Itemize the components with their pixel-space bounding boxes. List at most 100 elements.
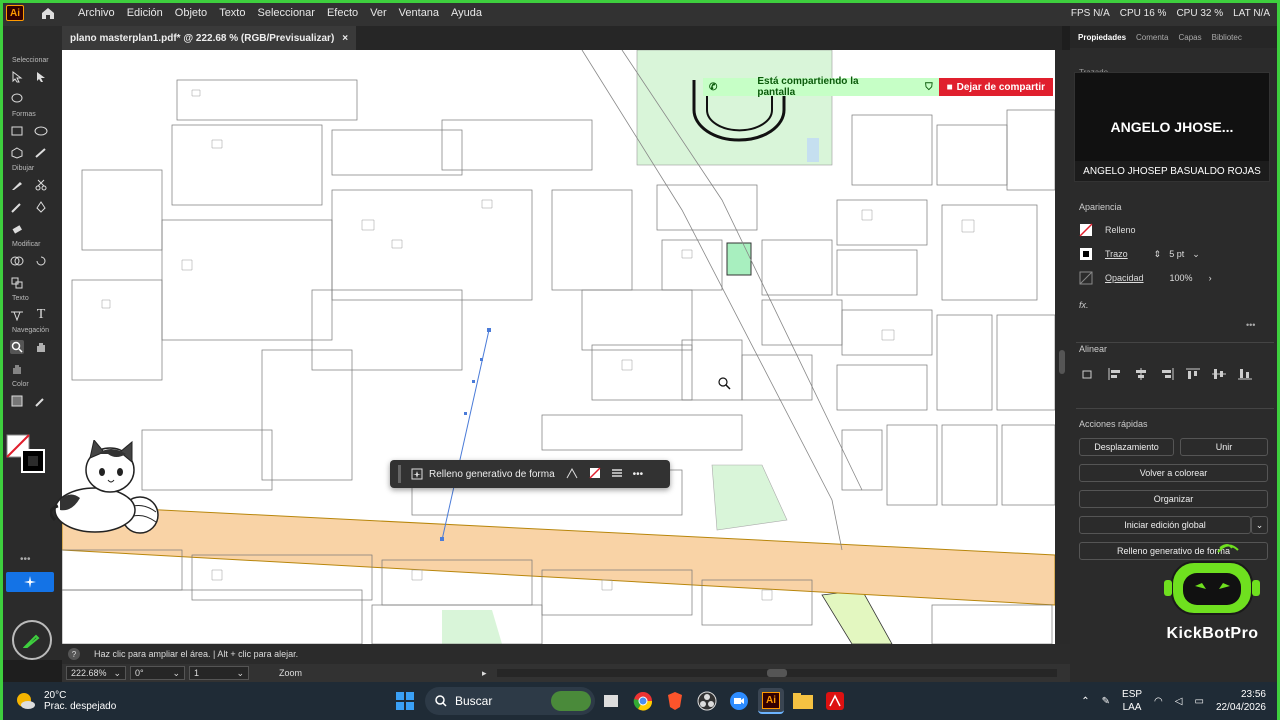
tab-bibliotecas[interactable]: Bibliotec — [1212, 33, 1242, 42]
hand-tool-icon[interactable] — [34, 340, 48, 354]
align-hcenter-icon[interactable] — [1134, 368, 1148, 380]
global-edit-button[interactable]: Iniciar edición global — [1079, 516, 1251, 534]
polygon-tool-icon[interactable] — [10, 146, 24, 160]
pencil-tool-icon[interactable] — [10, 178, 24, 192]
menu-seleccionar[interactable]: Seleccionar — [251, 7, 320, 19]
illustrator-taskbar-icon[interactable]: Ai — [758, 688, 784, 714]
chevron-up-icon[interactable]: ⌃ — [1081, 696, 1089, 707]
shape-builder-tool-icon[interactable] — [10, 254, 24, 268]
opacity-label[interactable]: Opacidad — [1105, 273, 1144, 283]
pen-tool-icon[interactable] — [34, 200, 48, 214]
recolor-icon[interactable] — [565, 467, 579, 482]
opacity-value[interactable]: 100% — [1170, 273, 1193, 283]
acrobat-icon[interactable] — [822, 688, 848, 714]
stroke-label[interactable]: Trazo — [1105, 249, 1128, 259]
task-view-icon[interactable] — [598, 688, 624, 714]
gradient-tool-icon[interactable] — [10, 394, 24, 408]
menu-edicion[interactable]: Edición — [121, 7, 169, 19]
vertical-scrollbar[interactable] — [1055, 50, 1070, 644]
rotate-tool-icon[interactable] — [34, 254, 48, 268]
ellipse-tool-icon[interactable] — [34, 124, 48, 138]
align-vcenter-icon[interactable] — [1212, 368, 1226, 380]
pen-settings-icon[interactable]: ✎ — [1102, 696, 1110, 707]
align-right-icon[interactable] — [1160, 368, 1174, 380]
chevron-down-icon[interactable]: ⌄ — [1192, 249, 1200, 260]
zoom-tool-icon[interactable] — [10, 340, 24, 354]
chevron-right-icon[interactable]: › — [1209, 273, 1212, 283]
menu-ayuda[interactable]: Ayuda — [445, 7, 488, 19]
blend-tool-icon[interactable] — [10, 276, 24, 290]
file-explorer-icon[interactable] — [790, 688, 816, 714]
draw-mode-button[interactable] — [12, 620, 52, 660]
play-icon[interactable]: ▸ — [482, 668, 487, 679]
eraser-tool-icon[interactable] — [10, 222, 24, 236]
selection-tool-icon[interactable] — [10, 70, 24, 84]
align-top-icon[interactable] — [1186, 368, 1200, 380]
obs-icon[interactable] — [694, 688, 720, 714]
no-fill-icon[interactable] — [589, 466, 601, 482]
eyedropper-tool-icon[interactable] — [34, 394, 48, 408]
rectangle-tool-icon[interactable] — [10, 124, 24, 138]
weather-widget[interactable]: 20°C Prac. despejado — [14, 690, 154, 712]
rotate-view-tool-icon[interactable] — [10, 362, 24, 376]
scissors-tool-icon[interactable] — [34, 178, 48, 192]
stroke-swatch-icon[interactable] — [1079, 247, 1093, 261]
zoom-app-icon[interactable] — [726, 688, 752, 714]
chrome-icon[interactable] — [630, 688, 656, 714]
offset-path-button[interactable]: Desplazamiento — [1079, 438, 1174, 456]
more-appearance-icon[interactable]: ••• — [1246, 320, 1255, 330]
menu-ventana[interactable]: Ventana — [393, 7, 445, 19]
more-options-icon[interactable]: ••• — [633, 469, 644, 480]
type-tool-icon[interactable]: T — [34, 307, 48, 322]
menu-archivo[interactable]: Archivo — [72, 7, 121, 19]
menu-objeto[interactable]: Objeto — [169, 7, 213, 19]
tab-propiedades[interactable]: Propiedades — [1078, 33, 1126, 42]
fill-stroke-swatches[interactable] — [6, 434, 46, 474]
brush-tool-icon[interactable] — [10, 200, 24, 214]
stroke-stepper-icon[interactable]: ⇕ — [1154, 249, 1162, 260]
tab-capas[interactable]: Capas — [1178, 33, 1201, 42]
tab-comentarios[interactable]: Comenta — [1136, 33, 1168, 42]
fx-icon[interactable]: fx. — [1079, 300, 1089, 310]
language-indicator[interactable]: ESP LAA — [1122, 688, 1142, 714]
recolor-button[interactable]: Volver a colorear — [1079, 464, 1268, 482]
document-tab[interactable]: plano masterplan1.pdf* @ 222.68 % (RGB/P… — [62, 26, 357, 50]
drag-handle[interactable] — [398, 465, 401, 483]
menu-lines-icon[interactable] — [611, 468, 623, 481]
lasso-tool-icon[interactable] — [10, 92, 24, 106]
zoom-level-field[interactable]: 222.68% ⌄ — [66, 666, 126, 680]
rotation-field[interactable]: 0° ⌄ — [130, 666, 185, 680]
close-tab-icon[interactable]: × — [342, 33, 348, 44]
help-icon[interactable]: ? — [68, 648, 80, 660]
stroke-value[interactable]: 5 pt — [1169, 249, 1184, 259]
generative-fill-button[interactable]: Relleno generativo de forma — [411, 468, 555, 480]
generative-ai-button[interactable] — [6, 572, 54, 592]
artboard-canvas[interactable] — [62, 50, 1055, 644]
join-button[interactable]: Unir — [1180, 438, 1268, 456]
menu-texto[interactable]: Texto — [213, 7, 251, 19]
align-bottom-icon[interactable] — [1238, 368, 1252, 380]
align-left-icon[interactable] — [1108, 368, 1122, 380]
brave-icon[interactable] — [662, 688, 688, 714]
home-icon[interactable] — [40, 6, 56, 20]
artboard-field[interactable]: 1 ⌄ — [189, 666, 249, 680]
windows-start-icon[interactable] — [392, 688, 418, 714]
align-to-icon[interactable] — [1082, 368, 1096, 380]
more-tools-icon[interactable]: ••• — [20, 554, 31, 565]
chevron-down-icon[interactable]: ⌄ — [1251, 516, 1268, 534]
shaper-tool-icon[interactable] — [34, 146, 48, 160]
battery-icon[interactable]: ▭ — [1194, 696, 1203, 707]
stop-sharing-button[interactable]: ■ Dejar de compartir — [938, 78, 1053, 96]
direct-selection-tool-icon[interactable] — [34, 70, 48, 84]
wifi-icon[interactable]: ◠ — [1154, 696, 1163, 707]
cat-sticker-image — [49, 438, 160, 540]
width-tool-icon[interactable] — [10, 308, 24, 322]
horizontal-scrollbar[interactable] — [496, 669, 1057, 677]
fill-swatch-icon[interactable] — [1079, 223, 1093, 237]
arrange-button[interactable]: Organizar — [1079, 490, 1268, 508]
clock[interactable]: 23:56 22/04/2026 — [1216, 688, 1266, 714]
menu-ver[interactable]: Ver — [364, 7, 393, 19]
volume-icon[interactable]: ◁ — [1175, 696, 1183, 707]
search-box[interactable]: Buscar — [425, 687, 595, 715]
menu-efecto[interactable]: Efecto — [321, 7, 364, 19]
